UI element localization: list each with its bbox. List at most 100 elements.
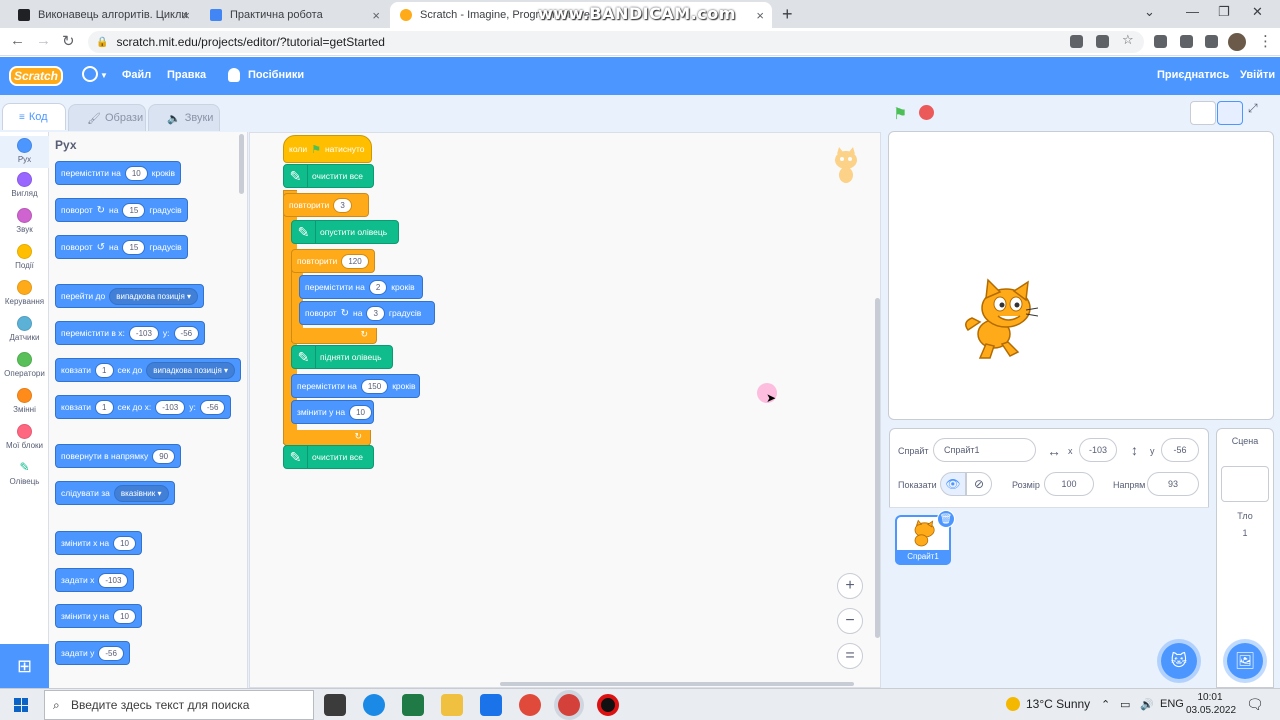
block-number-input[interactable]: 120 [341,253,369,269]
language-globe-icon[interactable] [82,66,98,82]
block-dropdown[interactable]: випадкова позиція ▾ [109,287,199,305]
profile-avatar[interactable] [1228,33,1246,51]
category-sound[interactable]: Звук [0,208,49,234]
sprite-name-input[interactable]: Спрайт1 [933,438,1036,462]
stage-sprite-cat[interactable] [958,278,1038,362]
tab-sounds[interactable]: 🔈 Звуки [148,104,220,131]
file-explorer-icon[interactable] [441,694,463,716]
block-number-input[interactable]: 15 [122,239,146,255]
category-control[interactable]: Керування [0,280,49,306]
network-icon[interactable]: ▭ [1120,698,1130,711]
palette-block-turn-left[interactable]: поворот ↺ на 15 градусів [55,235,188,259]
palette-block-point-direction[interactable]: повернути в напрямку 90 [55,444,182,468]
block-number-input[interactable]: 150 [360,378,389,394]
category-sensing[interactable]: Датчики [0,316,49,342]
script-block-clear[interactable]: ✎ очистити все [283,164,374,188]
block-number-input[interactable]: 10 [113,608,137,624]
block-number-input[interactable]: 90 [152,448,176,464]
script-block-pen-up[interactable]: ✎ підняти олівець [291,345,393,369]
block-number-input[interactable]: 1 [95,362,114,378]
category-motion[interactable]: Рух [0,136,49,168]
block-number-input[interactable]: -103 [98,572,129,588]
block-number-input[interactable]: -103 [155,399,186,415]
category-operators[interactable]: Оператори [0,352,49,378]
zoom-reset-button[interactable]: = [837,643,863,669]
translate-icon[interactable] [1070,35,1083,48]
browser-tab-2[interactable]: Практична робота × [200,2,388,28]
menu-edit[interactable]: Правка [167,69,206,81]
script-block-move[interactable]: перемістити на 2 кроків [299,275,423,299]
palette-block-glide-xy[interactable]: ковзати 1 сек до x: -103 y: -56 [55,395,232,419]
block-number-input[interactable]: 10 [124,165,148,181]
hide-sprite-button[interactable]: ⊘ [966,472,992,496]
close-tab-icon[interactable]: × [372,8,380,23]
mail-icon[interactable] [480,694,502,716]
script-hat-when-flag-clicked[interactable]: коли ⚑ натиснуто [283,135,372,163]
block-dropdown[interactable]: випадкова позиція ▾ [146,361,236,379]
sprite-size-input[interactable]: 100 [1044,472,1094,496]
normal-stage-button[interactable] [1217,101,1243,125]
menu-file[interactable]: Файл [122,69,151,81]
block-number-input[interactable]: 10 [113,535,137,551]
small-stage-button[interactable] [1190,101,1216,125]
script-block-repeat-outer[interactable]: повторити 3 [283,193,369,217]
palette-scrollbar[interactable] [239,134,244,194]
script-block-repeat-inner[interactable]: повторити 120 [291,249,375,273]
block-number-input[interactable]: -56 [98,645,124,661]
restore-window-icon[interactable]: ❐ [1218,4,1230,20]
chrome-active-icon[interactable] [558,694,580,716]
scratch-logo[interactable]: Scratch [9,66,63,86]
script-block-pen-down[interactable]: ✎ опустити олівець [291,220,399,244]
palette-block-set-y[interactable]: задати у -56 [55,641,130,665]
block-number-input[interactable]: 2 [368,279,388,295]
block-number-input[interactable]: -103 [128,325,159,341]
menu-tutorials[interactable]: Посібники [248,69,304,81]
notifications-icon[interactable]: 🗨 [1246,696,1264,713]
script-block-turn[interactable]: поворот ↻ на 3 градусів [299,301,435,325]
browser-menu-icon[interactable]: ⋮ [1258,32,1273,50]
block-number-input[interactable]: -56 [199,399,226,415]
task-view-icon[interactable] [324,694,346,716]
block-number-input[interactable]: 3 [333,197,352,213]
back-arrow-icon[interactable]: ← [10,32,25,49]
show-sprite-button[interactable]: 👁 [940,472,966,496]
palette-block-change-x[interactable]: змінити х на 10 [55,531,143,555]
browser-tab-1[interactable]: Виконавець алгоритів. Цикли × [8,2,198,28]
zoom-out-button[interactable]: − [837,608,863,634]
calculator-icon[interactable] [402,694,424,716]
delete-sprite-button[interactable]: 🗑 [937,510,955,528]
side-panel-icon[interactable] [1205,35,1218,48]
palette-block-goto-xy[interactable]: перемістити в x: -103 y: -56 [55,321,206,345]
sprite-direction-input[interactable]: 93 [1147,472,1199,496]
palette-block-move[interactable]: перемістити на 10 кроків [55,161,182,185]
sprite-y-input[interactable]: -56 [1161,438,1199,462]
taskbar-search-box[interactable]: ⌕ Введите здесь текст для поиска [44,690,314,720]
palette-block-goto[interactable]: перейти до випадкова позиція ▾ [55,284,205,308]
new-tab-button[interactable]: + [782,4,793,25]
script-block-move-150[interactable]: перемістити на 150 кроків [291,374,420,398]
tab-search-icon[interactable]: ⌄ [1144,4,1155,20]
puzzle-extensions-icon[interactable] [1180,35,1193,48]
keyboard-language[interactable]: ENG [1160,698,1184,710]
address-bar[interactable]: 🔒 scratch.mit.edu/projects/editor/?tutor… [88,31,1144,53]
minimize-window-icon[interactable]: — [1186,4,1199,19]
palette-block-change-y[interactable]: змінити у на 10 [55,604,143,628]
choose-sprite-button[interactable]: 🐱 [1161,643,1197,679]
join-scratch-link[interactable]: Приєднатись [1157,69,1229,81]
weather-widget[interactable]: 13°C Sunny [1006,697,1090,711]
zoom-in-button[interactable]: + [837,573,863,599]
fullscreen-icon[interactable]: ⤢ [1248,101,1274,125]
close-tab-icon[interactable]: × [182,8,190,23]
palette-block-point-towards[interactable]: слідувати за вказівник ▾ [55,481,175,505]
close-window-icon[interactable]: ✕ [1252,4,1263,20]
backdrop-thumbnail[interactable] [1221,466,1269,502]
block-number-input[interactable]: 10 [349,404,373,420]
category-looks[interactable]: Вигляд [0,172,49,198]
bandicam-record-icon[interactable] [597,694,619,716]
add-extension-button[interactable]: ⊞ [0,644,49,688]
extension-icon[interactable] [1154,35,1167,48]
palette-block-turn-right[interactable]: поворот ↻ на 15 градусів [55,198,188,222]
volume-icon[interactable]: 🔊 [1140,698,1154,711]
system-clock[interactable]: 10:01 03.05.2022 [1186,691,1236,717]
palette-block-set-x[interactable]: задати х -103 [55,568,135,592]
